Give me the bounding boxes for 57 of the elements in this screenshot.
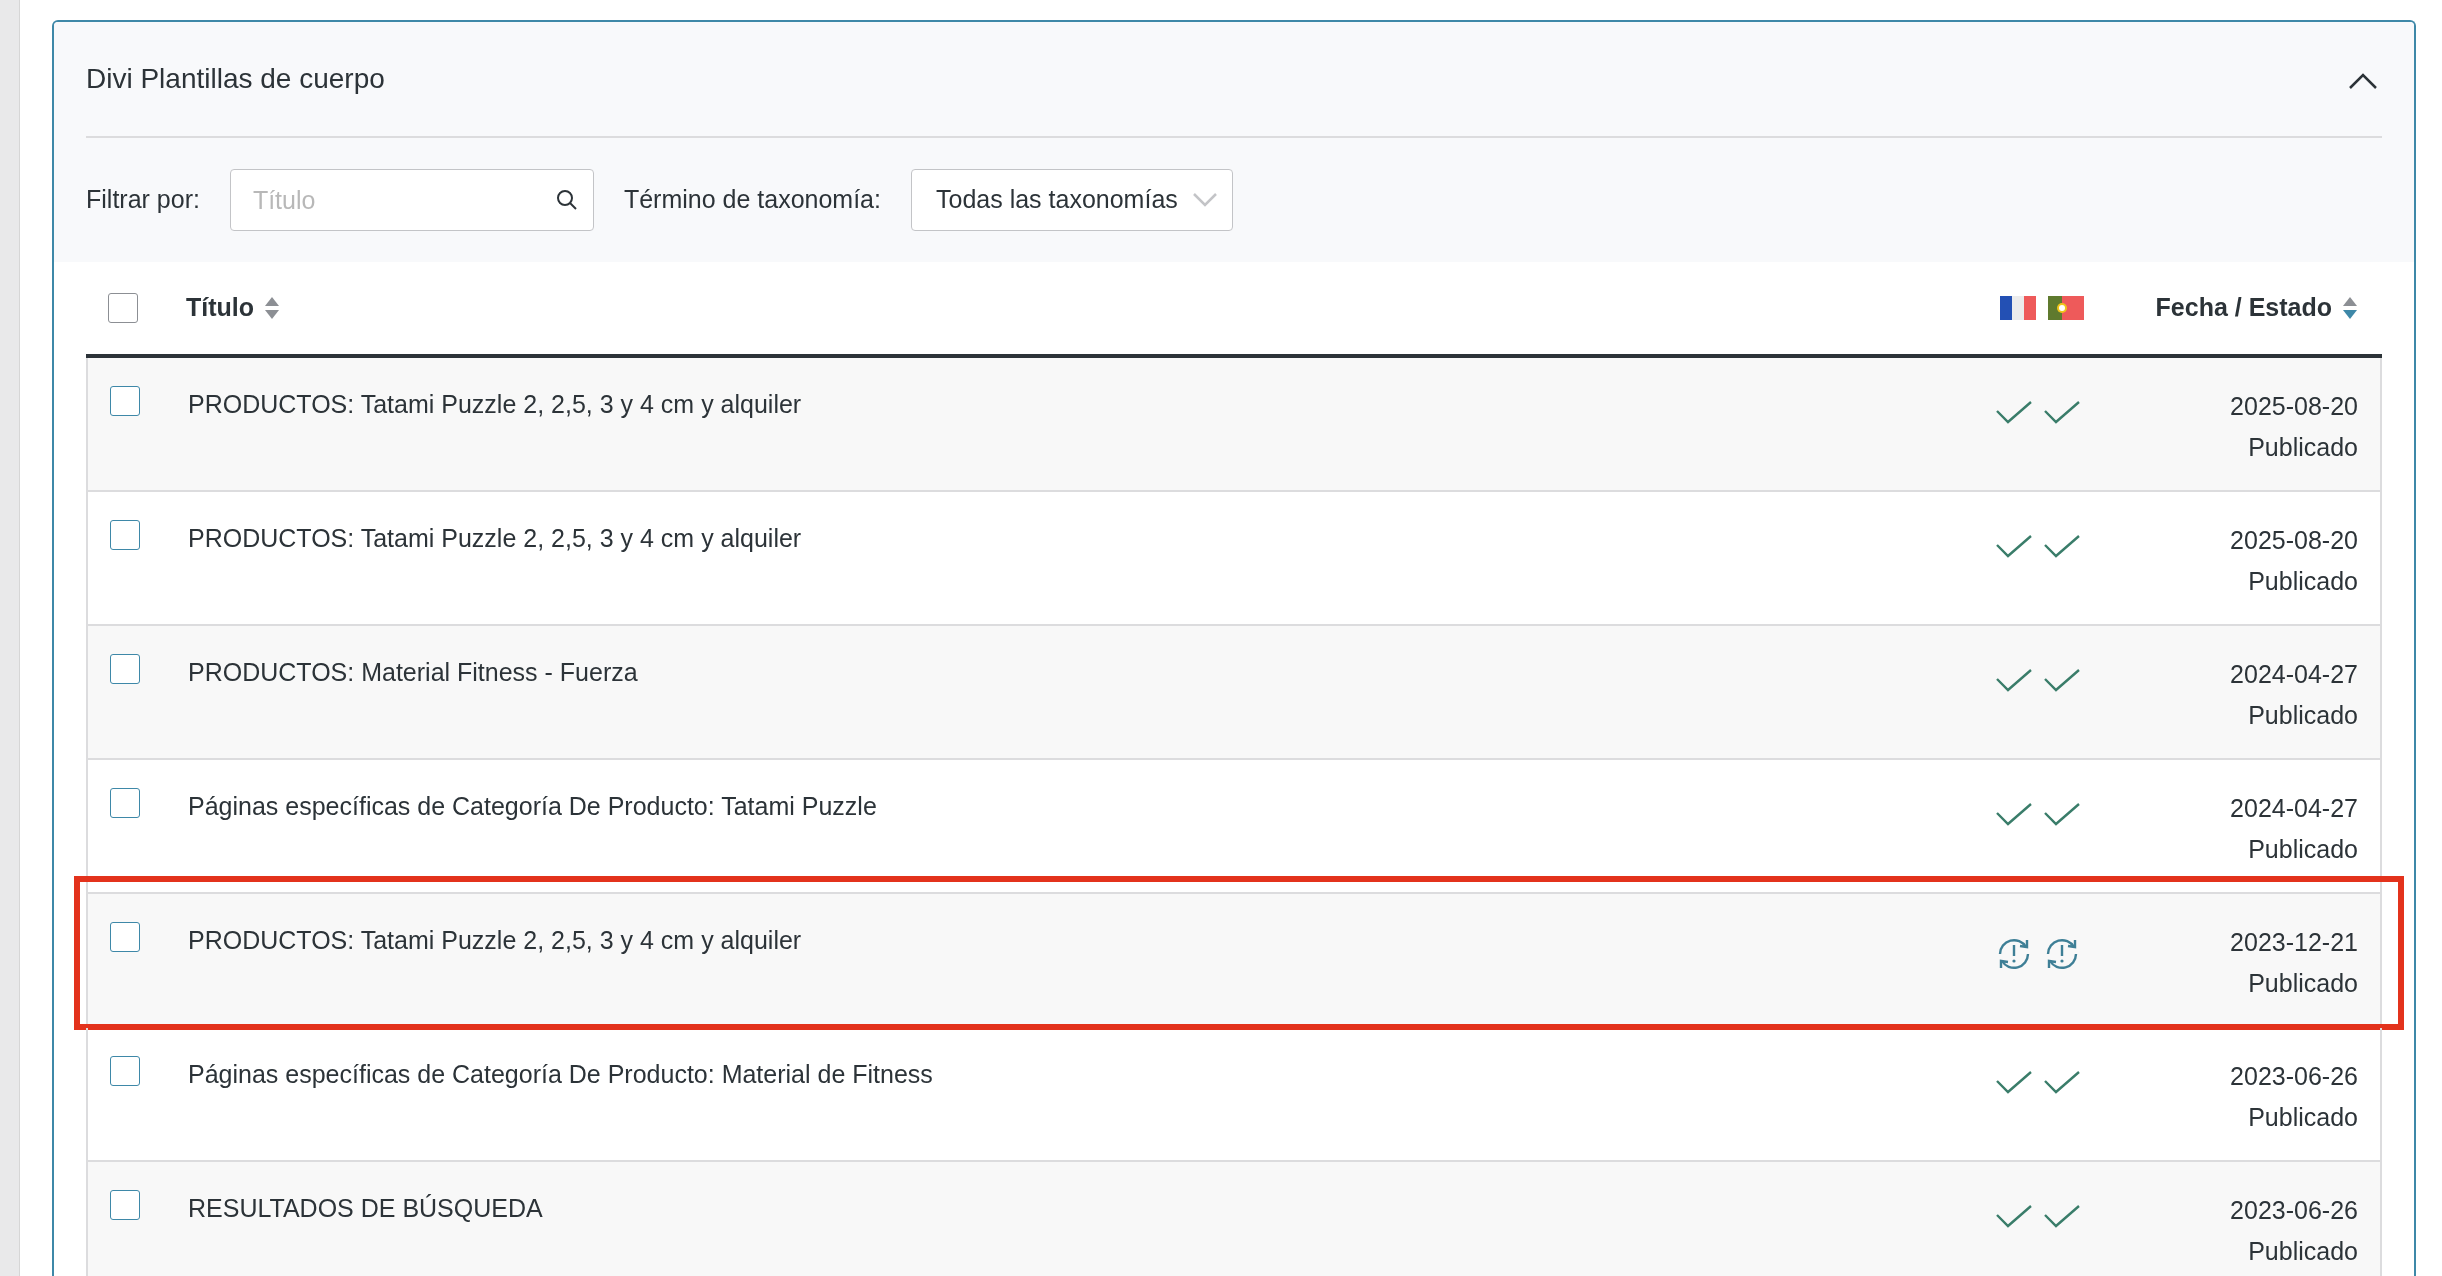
checkmark-icon[interactable] <box>2044 534 2080 558</box>
title-column-header[interactable]: Título <box>186 289 281 327</box>
status-text: Publicado <box>2247 566 2358 597</box>
status-text: Publicado <box>2247 834 2358 865</box>
row-checkbox[interactable] <box>110 386 140 416</box>
status-text: Publicado <box>2247 968 2358 999</box>
portuguese-flag-icon <box>2048 296 2084 320</box>
title-link[interactable]: PRODUCTOS: Tatami Puzzle 2, 2,5, 3 y 4 cm y alquiler <box>188 390 802 418</box>
filter-label: Filtrar por: <box>86 184 200 216</box>
date-text: 2023-12-21 <box>2229 927 2358 958</box>
date-text: 2025-08-20 <box>2229 391 2358 422</box>
taxonomy-label: Término de taxonomía: <box>623 184 881 216</box>
row-checkbox[interactable] <box>110 922 140 952</box>
french-flag-icon <box>2000 296 2036 320</box>
checkmark-icon[interactable] <box>2044 1070 2080 1094</box>
date-text: 2023-06-26 <box>2229 1195 2358 1226</box>
checkmark-icon[interactable] <box>1996 534 2032 558</box>
chevron-up-icon <box>2348 71 2378 90</box>
checkmark-icon[interactable] <box>1996 668 2032 692</box>
taxonomy-dropdown[interactable]: Todas las taxonomías <box>911 169 1233 231</box>
search-field[interactable]: Título <box>229 169 594 231</box>
date-column-header[interactable]: Fecha / Estado <box>2155 289 2358 327</box>
select-all-checkbox[interactable] <box>108 293 138 323</box>
title-link[interactable]: PRODUCTOS: Material Fitness - Fuerza <box>188 658 638 686</box>
status-text: Publicado <box>2247 700 2358 731</box>
checkmark-icon[interactable] <box>1996 1070 2032 1094</box>
status-text: Publicado <box>2247 432 2358 463</box>
search-icon[interactable] <box>555 189 578 211</box>
date-text: 2023-06-26 <box>2229 1061 2358 1092</box>
checkmark-icon[interactable] <box>1996 802 2032 826</box>
sort-icon <box>264 296 281 320</box>
date-text: 2024-04-27 <box>2229 793 2358 824</box>
row-checkbox[interactable] <box>110 520 140 550</box>
row-checkbox[interactable] <box>110 1056 140 1086</box>
status-text: Publicado <box>2247 1102 2358 1133</box>
date-text: 2025-08-20 <box>2229 525 2358 556</box>
title-link[interactable]: Páginas específicas de Categoría De Producto: Material de Fitness <box>188 1060 933 1088</box>
checkmark-icon[interactable] <box>1996 400 2032 424</box>
title-link[interactable]: Páginas específicas de Categoría De Producto: Tatami Puzzle <box>188 792 877 820</box>
sync-warning-icon[interactable] <box>2044 936 2080 972</box>
row-checkbox[interactable] <box>110 654 140 684</box>
checkmark-icon[interactable] <box>1996 1204 2032 1228</box>
date-text: 2024-04-27 <box>2229 659 2358 690</box>
checkmark-icon[interactable] <box>2044 668 2080 692</box>
row-checkbox[interactable] <box>110 1190 140 1220</box>
checkmark-icon[interactable] <box>2044 400 2080 424</box>
sort-icon <box>2342 296 2358 320</box>
row-checkbox[interactable] <box>110 788 140 818</box>
chevron-down-icon <box>1191 192 1218 208</box>
title-link[interactable]: PRODUCTOS: Tatami Puzzle 2, 2,5, 3 y 4 cm y alquiler <box>188 926 802 954</box>
panel-title: Divi Plantillas de cuerpo <box>86 62 385 96</box>
checkmark-icon[interactable] <box>2044 1204 2080 1228</box>
checkmark-icon[interactable] <box>2044 802 2080 826</box>
status-text: Publicado <box>2247 1236 2358 1267</box>
title-link[interactable]: RESULTADOS DE BÚSQUEDA <box>188 1194 543 1222</box>
sync-warning-icon[interactable] <box>1996 936 2032 972</box>
title-link[interactable]: PRODUCTOS: Tatami Puzzle 2, 2,5, 3 y 4 cm y alquiler <box>188 524 802 552</box>
